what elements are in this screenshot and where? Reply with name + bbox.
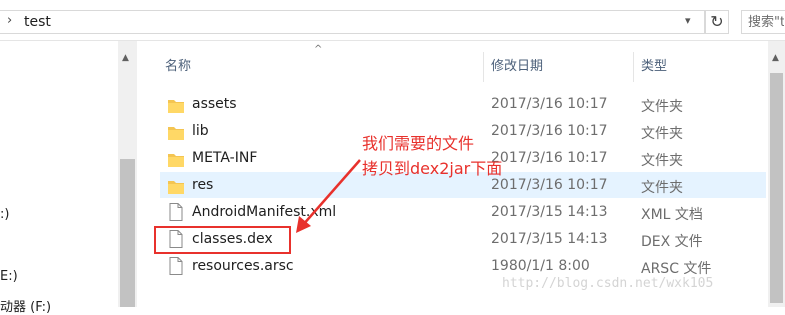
nav-item-drive-f[interactable]: 动器 (F:) [0, 296, 51, 315]
file-type: 文件夹 [641, 126, 683, 142]
address-history-dropdown-icon[interactable]: ▾ [685, 14, 691, 27]
file-name: res [192, 177, 214, 193]
annotation-line-1: 我们需要的文件 [362, 134, 475, 153]
file-name: AndroidManifest.xml [192, 204, 337, 220]
search-box[interactable] [741, 10, 785, 34]
address-bar: › test ▾ ↻ [0, 0, 785, 41]
scrollbar-thumb[interactable] [770, 73, 783, 303]
column-header-type[interactable]: 类型 [641, 52, 761, 82]
file-type: 文件夹 [641, 99, 683, 115]
search-input[interactable] [742, 11, 785, 33]
file-row-androidmanifest[interactable]: AndroidManifest.xml 2017/3/15 14:13 XML … [160, 199, 766, 225]
scroll-up-arrow-icon[interactable]: ▲ [772, 53, 779, 63]
file-type: 文件夹 [641, 180, 683, 196]
column-divider[interactable] [633, 52, 634, 82]
file-type: 文件夹 [641, 153, 683, 169]
highlight-box [154, 226, 291, 254]
breadcrumb-test[interactable]: test [24, 14, 51, 30]
file-name: assets [192, 96, 237, 112]
file-date: 2017/3/15 14:13 [491, 231, 608, 247]
pane-divider[interactable] [137, 41, 140, 307]
column-divider[interactable] [483, 52, 484, 82]
scroll-up-arrow-icon[interactable]: ▲ [122, 53, 129, 63]
file-name: lib [192, 123, 209, 139]
breadcrumb-separator-icon[interactable]: › [7, 13, 12, 28]
file-type: DEX 文件 [641, 234, 703, 250]
file-date: 2017/3/16 10:17 [491, 96, 608, 112]
file-date: 2017/3/16 10:17 [491, 150, 608, 166]
refresh-button[interactable]: ↻ [705, 10, 729, 34]
file-date: 2017/3/15 14:13 [491, 204, 608, 220]
file-list-scrollbar[interactable]: ▲ [768, 41, 785, 307]
scrollbar-thumb[interactable] [120, 159, 135, 307]
file-date: 2017/3/16 10:17 [491, 123, 608, 139]
file-date: 1980/1/1 8:00 [491, 258, 590, 274]
file-name: META-INF [192, 150, 258, 166]
file-type: ARSC 文件 [641, 261, 712, 277]
address-field[interactable] [0, 10, 705, 34]
document-icon [169, 257, 183, 275]
file-type: XML 文档 [641, 207, 703, 223]
folder-icon [168, 100, 184, 113]
column-header-name[interactable]: 名称 [165, 52, 480, 82]
folder-icon [168, 154, 184, 167]
column-header-date[interactable]: 修改日期 [491, 52, 631, 82]
file-date: 2017/3/16 10:17 [491, 177, 608, 193]
file-name: resources.arsc [192, 258, 294, 274]
file-row-assets[interactable]: assets 2017/3/16 10:17 文件夹 [160, 91, 766, 117]
nav-item-drive-e[interactable]: E:) [0, 269, 18, 284]
folder-icon [168, 181, 184, 194]
document-icon [169, 203, 183, 221]
watermark: http://blog.csdn.net/wxk105 [502, 276, 714, 291]
folder-icon [168, 127, 184, 140]
nav-item-drive[interactable]: :) [0, 207, 9, 222]
navigation-scrollbar[interactable]: ▲ [118, 41, 137, 307]
annotation-line-2: 拷贝到dex2jar下面 [362, 159, 503, 178]
navigation-pane: :) E:) 动器 (F:) [0, 41, 118, 315]
